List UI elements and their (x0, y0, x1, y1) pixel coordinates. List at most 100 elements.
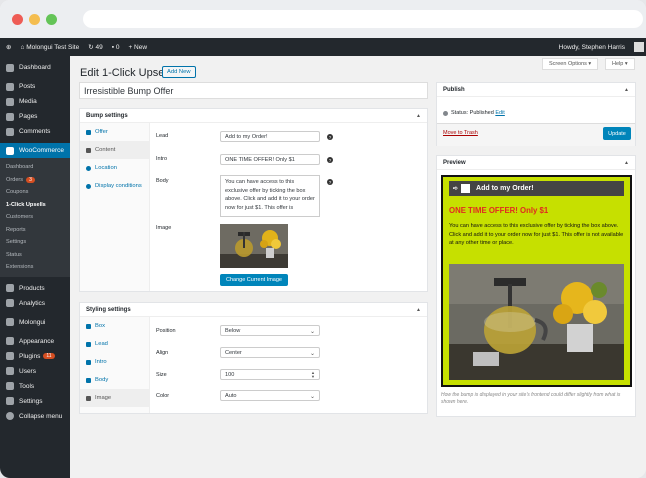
publish-heading: Publish (443, 86, 465, 93)
tab-content[interactable]: Content (80, 141, 149, 159)
maximize-dot[interactable] (46, 13, 57, 25)
close-dot[interactable] (12, 13, 23, 25)
browser-window: ⊕ ⌂ Molongui Test Site ↻ 49 ▪ 0 + New Ho… (0, 0, 646, 478)
sidebar-item-dashboard[interactable]: Dashboard (0, 60, 70, 75)
sidebar-item-woocommerce[interactable]: WooCommerce (0, 143, 70, 158)
comments-link[interactable]: ▪ 0 (112, 44, 120, 51)
submenu-upsells[interactable]: 1-Click Upsells (0, 199, 70, 212)
publish-box: Publish ▲ Status: Published Edit Move to … (436, 82, 636, 146)
wordpress-logo-icon[interactable]: ⊕ (6, 43, 11, 51)
align-select[interactable]: Center ⌄ (220, 347, 320, 358)
chevron-down-icon: ⌄ (309, 394, 315, 400)
submenu-extensions[interactable]: Extensions (0, 261, 70, 274)
stepper-arrows-icon[interactable]: ▲ ▼ (311, 371, 315, 379)
admin-sidebar: Dashboard Posts Media Pages Comments Woo… (0, 56, 70, 478)
tab-location[interactable]: Location (80, 159, 149, 177)
collapse-toggle-icon[interactable]: ▲ (624, 160, 629, 166)
submenu-customers[interactable]: Customers (0, 211, 70, 224)
position-select[interactable]: Below ⌄ (220, 325, 320, 336)
avatar[interactable] (634, 42, 644, 52)
submenu-status[interactable]: Status (0, 249, 70, 262)
body-textarea[interactable]: You can have access to this exclusive of… (220, 175, 320, 217)
styling-tabs: Box Lead Intro Body Image (80, 317, 150, 413)
edit-status-link[interactable]: Edit (495, 110, 504, 116)
minimize-dot[interactable] (29, 13, 40, 25)
updates-link[interactable]: ↻ 49 (88, 43, 103, 52)
tab-intro[interactable]: Intro (80, 353, 149, 371)
preview-checkbox[interactable] (461, 184, 471, 193)
screen-options-button[interactable]: Screen Options ▾ (542, 58, 599, 70)
sidebar-item-molongui[interactable]: Molongui (0, 315, 70, 330)
lead-icon (86, 341, 91, 347)
page-title: Edit 1-Click Upsell (80, 67, 170, 79)
color-select[interactable]: Auto ⌄ (220, 390, 320, 401)
woocommerce-icon (6, 146, 14, 155)
submenu-reports[interactable]: Reports (0, 224, 70, 237)
lead-input[interactable]: Add to my Order! (220, 131, 320, 142)
tab-image[interactable]: Image (80, 389, 149, 407)
sidebar-item-media[interactable]: Media (0, 94, 70, 109)
users-icon (6, 367, 14, 375)
chevron-down-icon: ⌄ (309, 351, 315, 357)
preview-note: How the bump is displayed in your site's… (441, 392, 621, 405)
update-button[interactable]: Update (603, 127, 631, 140)
bump-settings-box: Bump settings ▲ Offer Content Location Di… (79, 108, 428, 292)
sidebar-item-comments[interactable]: Comments (0, 124, 70, 139)
intro-help-icon[interactable]: ? (327, 157, 333, 163)
sidebar-item-users[interactable]: Users (0, 364, 70, 379)
tab-lead[interactable]: Lead (80, 335, 149, 353)
tab-offer[interactable]: Offer (80, 123, 149, 141)
collapse-toggle-icon[interactable]: ▲ (624, 87, 629, 93)
pin-icon (6, 82, 14, 91)
tab-display-conditions[interactable]: Display conditions (80, 177, 149, 195)
change-image-button[interactable]: Change Current Image (220, 274, 288, 286)
intro-input[interactable]: ONE TIME OFFER! Only $1 (220, 154, 320, 165)
sidebar-item-posts[interactable]: Posts (0, 79, 70, 94)
orders-count-badge: 3 (26, 176, 35, 183)
dashboard-icon (6, 63, 14, 72)
sidebar-item-settings[interactable]: Settings (0, 394, 70, 409)
pin-icon (443, 110, 448, 116)
tab-box[interactable]: Box (80, 317, 149, 335)
size-stepper[interactable]: 100 ▲ ▼ (220, 369, 320, 380)
submenu-coupons[interactable]: Coupons (0, 186, 70, 199)
new-content-link[interactable]: + New (128, 44, 147, 51)
move-to-trash-link[interactable]: Move to Trash (443, 130, 478, 136)
bump-preview: ➪ Add to my Order! ONE TIME OFFER! Only … (441, 175, 632, 387)
body-help-icon[interactable]: ? (327, 179, 333, 185)
sidebar-item-tools[interactable]: Tools (0, 379, 70, 394)
collapse-menu-button[interactable]: Collapse menu (0, 409, 70, 424)
lead-help-icon[interactable]: ? (327, 134, 333, 140)
collapse-toggle-icon[interactable]: ▲ (416, 307, 421, 313)
brush-icon (6, 337, 14, 345)
sidebar-item-analytics[interactable]: Analytics (0, 296, 70, 311)
help-button[interactable]: Help ▾ (605, 58, 635, 70)
location-icon (86, 165, 91, 171)
sidebar-item-plugins[interactable]: Plugins 11 (0, 349, 70, 364)
styling-settings-box: Styling settings ▲ Box Lead Intro Body Im… (79, 302, 428, 414)
bump-settings-heading: Bump settings (86, 112, 128, 119)
sidebar-item-products[interactable]: Products (0, 281, 70, 296)
submenu-settings[interactable]: Settings (0, 236, 70, 249)
preview-lead-bar: ➪ Add to my Order! (449, 181, 624, 196)
post-title-input[interactable]: Irresistible Bump Offer (79, 82, 428, 99)
account-link[interactable]: Howdy, Stephen Harris (559, 44, 625, 51)
site-name-link[interactable]: ⌂ Molongui Test Site (20, 44, 79, 51)
submenu-dashboard[interactable]: Dashboard (0, 161, 70, 174)
woocommerce-submenu: Dashboard Orders 3 Coupons 1-Click Upsell… (0, 158, 70, 277)
browser-chrome (0, 0, 646, 38)
submenu-orders[interactable]: Orders 3 (0, 174, 70, 187)
add-new-button[interactable]: Add New (162, 66, 196, 78)
teapot-photo (220, 224, 288, 268)
arrow-right-icon: ➪ (453, 186, 459, 192)
chevron-down-icon: ⌄ (309, 329, 315, 335)
sidebar-item-appearance[interactable]: Appearance (0, 334, 70, 349)
sidebar-item-pages[interactable]: Pages (0, 109, 70, 124)
content-icon (86, 147, 91, 153)
color-label: Color (156, 393, 170, 399)
tab-body[interactable]: Body (80, 371, 149, 389)
collapse-toggle-icon[interactable]: ▲ (416, 113, 421, 119)
status-row: Status: Published Edit (443, 110, 505, 116)
body-label: Body (156, 178, 169, 184)
url-bar[interactable] (83, 10, 643, 28)
